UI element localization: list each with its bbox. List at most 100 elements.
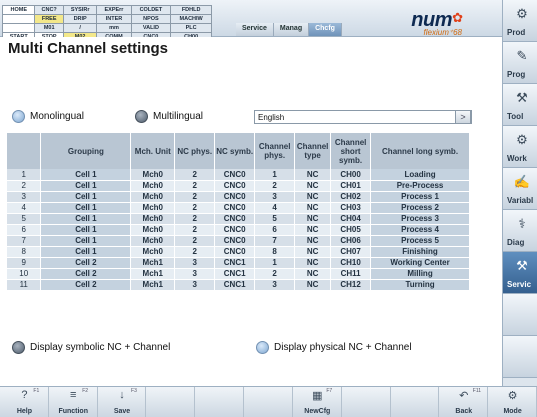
table-cell[interactable]: CNC0 [214,202,256,214]
table-row[interactable]: 2 Cell 1 Mch0 2 CNC0 2 NC CH01 Pre-Process [7,180,470,192]
table-cell[interactable]: Mch0 [130,246,176,258]
table-cell[interactable]: Mch1 [130,257,176,269]
monolingual-radio[interactable]: Monolingual [12,110,84,123]
table-cell[interactable]: Cell 1 [40,224,132,236]
table-cell[interactable]: NC [294,202,332,214]
softkey-function[interactable]: ≡ F2 Function [48,387,98,417]
table-row[interactable]: 10 Cell 2 Mch1 3 CNC1 2 NC CH11 Milling [7,268,470,280]
table-cell[interactable]: Turning [370,279,470,291]
table-cell[interactable]: Cell 1 [40,235,132,247]
softkey-mode[interactable]: ⚙ Mode [488,387,537,417]
table-cell[interactable]: Cell 2 [40,257,132,269]
table-cell[interactable]: Cell 2 [40,279,132,291]
table-cell[interactable]: Cell 1 [40,169,132,181]
table-cell[interactable]: NC [294,279,332,291]
table-row[interactable]: 3 Cell 1 Mch0 2 CNC0 3 NC CH02 Process 1 [7,191,470,203]
table-cell[interactable]: Milling [370,268,470,280]
table-cell[interactable]: 6 [254,224,296,236]
table-cell[interactable]: Process 3 [370,213,470,225]
table-cell[interactable]: Cell 1 [40,246,132,258]
table-cell[interactable]: Cell 2 [40,268,132,280]
table-cell[interactable]: 4 [254,202,296,214]
table-cell[interactable]: 2 [174,169,216,181]
table-cell[interactable]: NC [294,169,332,181]
sidebar-item-empty[interactable] [503,336,537,378]
softkey-empty[interactable] [244,387,293,417]
table-cell[interactable]: 2 [174,235,216,247]
table-row[interactable]: 8 Cell 1 Mch0 2 CNC0 8 NC CH07 Finishing [7,246,470,258]
table-cell[interactable]: Mch0 [130,191,176,203]
table-cell[interactable]: 2 [174,213,216,225]
table-cell[interactable]: 7 [254,235,296,247]
table-cell[interactable]: Process 5 [370,235,470,247]
table-cell[interactable]: NC [294,268,332,280]
table-cell[interactable]: Mch0 [130,169,176,181]
table-cell[interactable]: 3 [254,279,296,291]
table-cell[interactable]: NC [294,224,332,236]
language-select[interactable]: English > [254,110,472,124]
softkey-newcfg[interactable]: ▦ F7 NewCfg [292,387,342,417]
table-cell[interactable]: CNC1 [214,279,256,291]
table-cell[interactable]: 2 [174,180,216,192]
display-physical-radio[interactable]: Display physical NC + Channel [256,341,412,354]
table-cell[interactable]: CNC0 [214,246,256,258]
table-cell[interactable]: 2 [174,202,216,214]
table-cell[interactable]: Finishing [370,246,470,258]
multilingual-radio[interactable]: Multilingual [135,110,203,123]
table-cell[interactable]: NC [294,257,332,269]
table-cell[interactable]: 3 [174,279,216,291]
sidebar-item-diag[interactable]: ⚕ Diag [503,210,537,252]
table-row[interactable]: 1 Cell 1 Mch0 2 CNC0 1 NC CH00 Loading [7,169,470,181]
breadcrumb-service[interactable]: Service [236,23,274,36]
table-cell[interactable]: Mch1 [130,268,176,280]
sidebar-item-empty[interactable] [503,294,537,336]
softkey-save[interactable]: ↓ F3 Save [97,387,147,417]
table-cell[interactable]: 1 [254,169,296,181]
table-cell[interactable]: Cell 1 [40,180,132,192]
table-cell[interactable]: Pre-Process [370,180,470,192]
table-cell[interactable]: CH01 [330,180,372,192]
softkey-empty[interactable] [195,387,245,417]
table-cell[interactable]: 8 [254,246,296,258]
table-cell[interactable]: Mch0 [130,180,176,192]
table-cell[interactable]: CH00 [330,169,372,181]
breadcrumb-chcfg[interactable]: Chcfg [309,23,342,36]
table-cell[interactable]: Mch0 [130,235,176,247]
table-cell[interactable]: NC [294,246,332,258]
table-cell[interactable]: NC [294,235,332,247]
table-cell[interactable]: Working Center [370,257,470,269]
language-dropdown-icon[interactable]: > [455,110,471,124]
table-cell[interactable]: CNC0 [214,169,256,181]
sidebar-item-prod[interactable]: ⚙ Prod [503,0,537,42]
table-row[interactable]: 4 Cell 1 Mch0 2 CNC0 4 NC CH03 Process 2 [7,202,470,214]
table-cell[interactable]: Loading [370,169,470,181]
table-cell[interactable]: Cell 1 [40,213,132,225]
table-cell[interactable]: 1 [254,257,296,269]
softkey-help[interactable]: ? F1 Help [0,387,49,417]
softkey-empty[interactable] [390,387,440,417]
table-row[interactable]: 11 Cell 2 Mch1 3 CNC1 3 NC CH12 Turning [7,279,470,291]
display-symbolic-radio[interactable]: Display symbolic NC + Channel [12,341,170,354]
table-cell[interactable]: Process 4 [370,224,470,236]
table-cell[interactable]: NC [294,213,332,225]
softkey-back[interactable]: ↶ F11 Back [439,387,489,417]
table-cell[interactable]: CNC0 [214,235,256,247]
sidebar-item-prog[interactable]: ✎ Prog [503,42,537,84]
table-cell[interactable]: 3 [174,257,216,269]
table-row[interactable]: 7 Cell 1 Mch0 2 CNC0 7 NC CH06 Process 5 [7,235,470,247]
table-row[interactable]: 9 Cell 2 Mch1 3 CNC1 1 NC CH10 Working Center [7,257,470,269]
table-cell[interactable]: CH06 [330,235,372,247]
breadcrumb-manag[interactable]: Manag [273,23,310,36]
table-cell[interactable]: CH11 [330,268,372,280]
softkey-empty[interactable] [341,387,391,417]
table-cell[interactable]: 2 [174,191,216,203]
table-cell[interactable]: 3 [174,268,216,280]
table-cell[interactable]: Mch0 [130,224,176,236]
table-row[interactable]: 5 Cell 1 Mch0 2 CNC0 5 NC CH04 Process 3 [7,213,470,225]
table-cell[interactable]: NC [294,180,332,192]
sidebar-item-servic[interactable]: ⚒ Servic [503,252,537,294]
table-cell[interactable]: CH04 [330,213,372,225]
softkey-empty[interactable] [146,387,196,417]
sidebar-item-tool[interactable]: ⚒ Tool [503,84,537,126]
sidebar-item-work[interactable]: ⚙ Work [503,126,537,168]
